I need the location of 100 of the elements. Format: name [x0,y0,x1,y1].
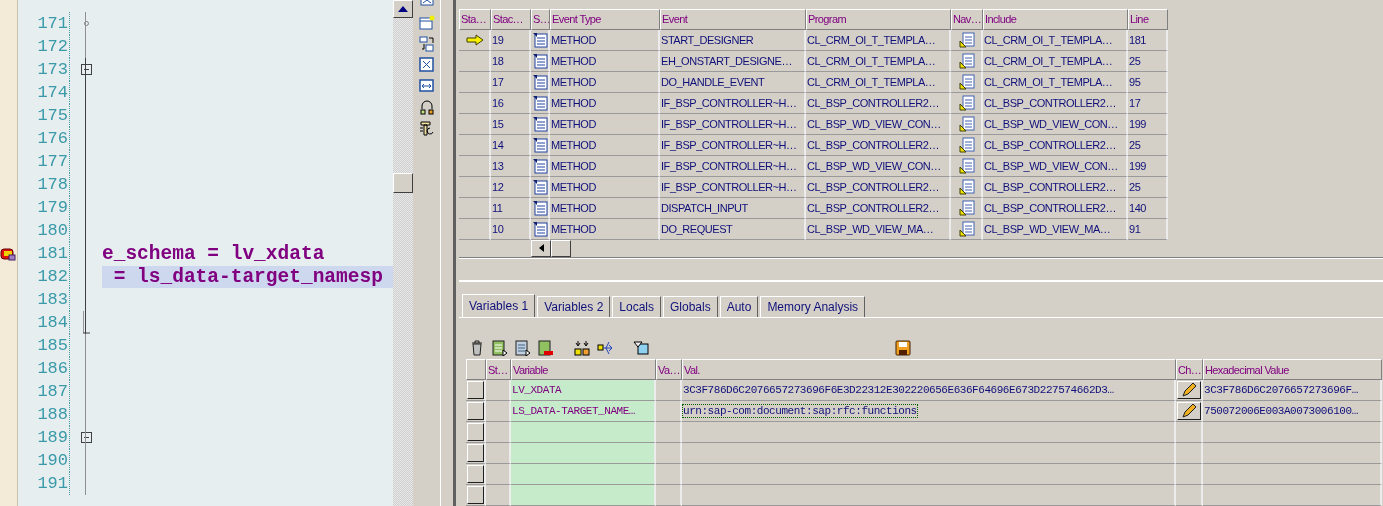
table-cell: 199 [1128,155,1168,177]
line-number: 186 [37,359,68,378]
table-cell: CL_CRM_OI_T_TEMPLA… [806,50,951,72]
table-cell: 25 [1128,176,1168,198]
edit-button[interactable] [1177,402,1201,420]
line-number: 178 [37,175,68,194]
collapse-icon[interactable] [80,432,92,443]
delete-list-icon[interactable] [538,340,554,356]
move-down-icon[interactable] [574,340,590,356]
table-cell: 15 [491,113,531,135]
table-cell: IF_BSP_CONTROLLER~H… [660,92,806,114]
source-icon[interactable] [958,157,975,174]
table-cell: 16 [491,92,531,114]
save-icon[interactable] [895,340,911,356]
source-icon[interactable] [958,220,975,237]
scroll-thumb[interactable] [393,173,413,193]
column-header[interactable]: Line [1128,8,1168,30]
collapse-icon[interactable] [80,64,92,75]
row-selector[interactable] [467,402,484,420]
column-header[interactable]: Event Type [550,8,660,30]
new-window-icon[interactable] [418,15,435,31]
column-header[interactable]: Sta… [459,8,491,30]
table-cell: METHOD [550,29,660,51]
line-number: 188 [37,405,68,424]
table-cell: METHOD [550,218,660,240]
source-icon[interactable] [958,199,975,216]
table-cell[interactable]: 3C3F786D6C2076657273696F6E3D22312E302220656E636F64696E673D227574662D3… [682,380,1176,401]
column-header[interactable]: Stac… [491,8,531,30]
source-icon[interactable] [958,73,975,90]
tab[interactable]: Memory Analysis [760,296,866,317]
table-cell: CL_BSP_WD_VIEW_CON… [806,113,951,135]
list-icon[interactable] [492,340,508,356]
source-icon[interactable] [958,178,975,195]
fullscreen-icon[interactable] [418,57,435,73]
row-selector[interactable] [467,465,484,483]
source-icon[interactable] [958,31,975,48]
source-icon[interactable] [958,52,975,69]
share-icon[interactable] [597,340,613,356]
swap-icon[interactable] [418,36,435,52]
source-icon[interactable] [958,115,975,132]
column-header[interactable]: Event [660,8,806,30]
tab[interactable]: Auto [719,296,759,317]
table-cell: CL_BSP_WD_VIEW_CON… [806,155,951,177]
column-header[interactable]: St… [486,359,511,380]
source-icon[interactable] [958,94,975,111]
column-header[interactable]: Variable [511,359,656,380]
table-cell: CL_CRM_OI_T_TEMPLA… [806,71,951,93]
pencil-icon [1181,382,1197,398]
edit-button[interactable] [1177,381,1201,399]
table-cell: CL_BSP_CONTROLLER2… [806,176,951,198]
tab[interactable]: Variables 2 [537,296,611,317]
table-cell: LS_DATA-TARGET_NAME… [511,401,656,422]
table-cell: CL_CRM_OI_T_TEMPLA… [806,29,951,51]
table-cell: 14 [491,134,531,156]
table-cell: 95 [1128,71,1168,93]
splitter-bar[interactable] [459,257,1383,282]
column-header[interactable] [466,359,486,380]
filter-icon[interactable] [633,340,649,356]
up-arrow-icon [398,6,408,12]
table-cell: 750072006E003A0073006100… [1203,401,1382,422]
tab[interactable]: Globals [663,296,718,317]
headset-icon[interactable] [418,99,435,115]
scrollbar[interactable] [393,0,413,506]
table-cell: CL_BSP_CONTROLLER2… [806,134,951,156]
column-header[interactable]: Hexadecimal Value [1203,359,1382,380]
table-cell: 91 [1128,218,1168,240]
tool-icon[interactable] [418,120,435,136]
column-header[interactable]: Val. [682,359,1176,380]
left-arrow-icon [538,244,544,253]
line-number: 184 [37,313,68,332]
tab[interactable]: Locals [612,296,661,317]
column-header[interactable]: S… [531,8,550,30]
trash-icon[interactable] [469,340,485,356]
table-cell: METHOD [550,134,660,156]
table-cell [1176,443,1203,464]
column-header[interactable]: Ch… [1176,359,1203,380]
list-icon[interactable] [515,340,531,356]
scroll-up-button[interactable] [393,0,413,18]
tab[interactable]: Variables 1 [462,294,536,317]
table-cell: 140 [1128,197,1168,219]
table-cell[interactable]: urn:sap-com:document:sap:rfc:functions [682,401,1176,422]
row-selector[interactable] [467,444,484,462]
column-header[interactable]: Program [806,8,951,30]
column-header[interactable]: Include [983,8,1128,30]
pencil-icon [1181,403,1197,419]
code-line: = ls_data-target_namesp [112,265,383,288]
table-cell: METHOD [550,155,660,177]
line-number: 180 [37,221,68,240]
table-cell: METHOD [550,197,660,219]
row-selector[interactable] [467,486,484,504]
row-selector[interactable] [467,423,484,441]
source-icon[interactable] [958,136,975,153]
line-number: 171 [37,14,68,33]
table-cell: CL_CRM_OI_T_TEMPLA… [983,29,1128,51]
line-number: 179 [37,198,68,217]
line-number: 177 [37,152,68,171]
row-selector[interactable] [467,381,484,399]
fit-width-icon[interactable] [418,78,435,94]
column-header[interactable]: Va… [656,359,682,380]
column-header[interactable]: Nav… [951,8,983,30]
